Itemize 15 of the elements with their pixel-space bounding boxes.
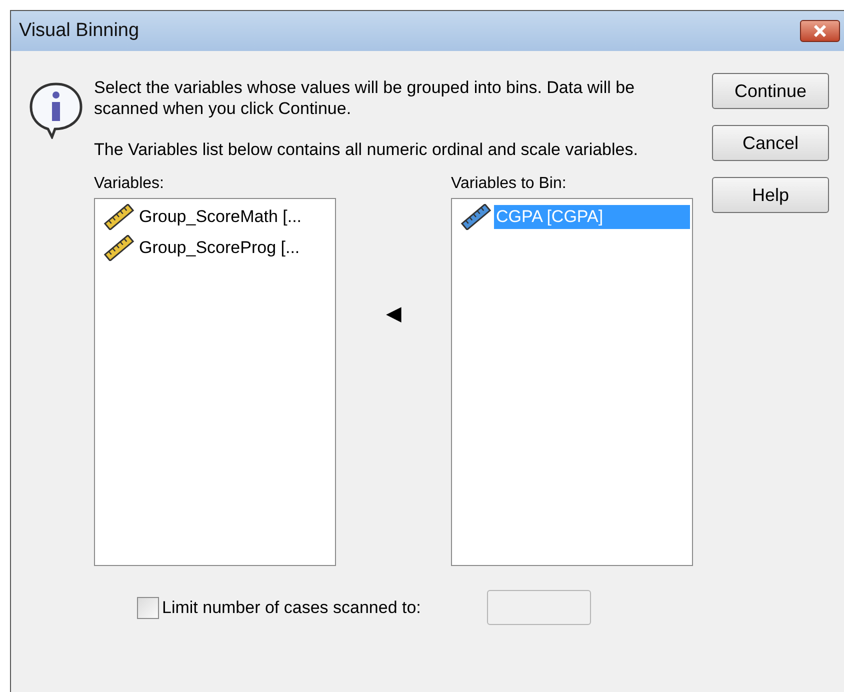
dialog-button[interactable]: Cancel: [712, 125, 829, 161]
move-button[interactable]: ◀: [386, 304, 401, 324]
window-title: Visual Binning: [19, 18, 140, 43]
list-label: Variables to Bin:: [451, 174, 568, 194]
info-icon: [28, 81, 84, 139]
instruction-text: Select the variables whose values will be grouped into bins. Data will be scanned when you click Continue.: [94, 77, 636, 119]
instruction-text: The Variables list below contains all numeric ordinal and scale variables.: [94, 139, 639, 160]
variable-list[interactable]: Group_ScoreMath [... Group_ScoreProg [...: [94, 198, 336, 566]
dialog-button[interactable]: Continue: [712, 73, 829, 109]
list-label: Variables:: [94, 174, 165, 194]
close-button[interactable]: [800, 20, 840, 42]
dialog-button[interactable]: Help: [712, 177, 829, 213]
variable-item[interactable]: Group_ScoreMath [...: [137, 205, 304, 229]
variable-item[interactable]: Group_ScoreProg [...: [137, 236, 302, 260]
close-icon: [813, 25, 827, 37]
